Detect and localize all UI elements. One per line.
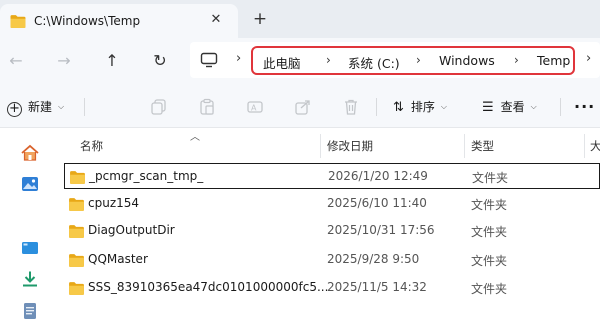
forward-button[interactable]: → <box>52 50 76 72</box>
table-row[interactable]: DiagOutputDir 2025/10/31 17:56 文件夹 <box>64 218 600 244</box>
chevron-right-icon[interactable]: › <box>326 53 331 67</box>
folder-icon <box>68 253 85 268</box>
file-date: 2025/11/5 14:32 <box>327 280 427 294</box>
table-row[interactable]: SSS_83910365ea47dc0101000000fc5... 2025/… <box>64 275 600 301</box>
file-name: QQMaster <box>88 252 148 266</box>
chevron-right-icon[interactable]: › <box>236 51 241 66</box>
chevron-down-icon: ⌵ <box>58 102 65 111</box>
command-bar: + 新建 ⌵ A ⇅ 排序 ⌵ ☰ 查看 ⌵ ··· <box>0 84 600 200</box>
delete-icon[interactable] <box>342 98 360 116</box>
folder-icon <box>68 224 85 239</box>
column-header-name[interactable]: 名称 <box>80 138 103 154</box>
file-type: 文件夹 <box>471 198 508 212</box>
paste-icon[interactable] <box>198 98 216 116</box>
chevron-down-icon: ⌵ <box>440 102 447 111</box>
rename-icon[interactable]: A <box>246 98 264 116</box>
file-date: 2026/1/20 12:49 <box>328 169 428 183</box>
refresh-button[interactable]: ↻ <box>148 50 172 72</box>
table-row[interactable]: cpuz154 2025/6/10 11:40 文件夹 <box>64 191 600 217</box>
up-button[interactable]: ↑ <box>100 50 124 72</box>
folder-icon <box>68 281 85 296</box>
view-label: 查看 <box>500 100 525 114</box>
table-row[interactable]: _pcmgr_scan_tmp_ 2026/1/20 12:49 文件夹 <box>64 163 600 189</box>
table-row[interactable]: QQMaster 2025/9/28 9:50 文件夹 <box>64 247 600 273</box>
file-name: cpuz154 <box>88 196 140 210</box>
new-label: 新建 <box>28 100 53 114</box>
file-name: _pcmgr_scan_tmp_ <box>89 169 204 183</box>
chevron-down-icon: ⌵ <box>530 102 537 111</box>
tab-title: C:\Windows\Temp <box>34 14 141 28</box>
folder-icon <box>9 14 27 29</box>
folder-icon <box>68 197 85 212</box>
column-header-type[interactable]: 类型 <box>471 138 494 154</box>
breadcrumb-windows[interactable]: Windows <box>439 53 495 68</box>
copy-icon[interactable] <box>150 98 168 116</box>
new-button[interactable]: + 新建 ⌵ <box>7 97 64 117</box>
file-date: 2025/10/31 17:56 <box>327 223 435 237</box>
view-list-icon: ☰ <box>482 100 494 115</box>
folder-icon <box>69 170 86 185</box>
list-header: 名称 修改日期 类型 大 <box>60 134 600 158</box>
back-button[interactable]: ← <box>4 50 28 72</box>
tab-temp[interactable]: C:\Windows\Temp ✕ <box>0 4 238 38</box>
file-type: 文件夹 <box>472 171 509 185</box>
navigation-bar: ← → ↑ ↻ › 此电脑 › 系统 (C:) › Windows › Temp… <box>0 38 600 84</box>
file-name: DiagOutputDir <box>88 223 175 237</box>
chevron-right-icon[interactable]: › <box>514 53 519 67</box>
chevron-right-icon[interactable]: › <box>416 53 421 67</box>
sort-label: 排序 <box>410 100 435 114</box>
file-date: 2025/6/10 11:40 <box>327 196 427 210</box>
toolbar-divider <box>84 98 85 116</box>
navigation-pane <box>0 128 60 325</box>
home-icon[interactable] <box>20 144 40 162</box>
computer-icon[interactable] <box>200 52 218 68</box>
title-bar: C:\Windows\Temp ✕ + <box>0 0 600 38</box>
file-date: 2025/9/28 9:50 <box>327 252 420 266</box>
close-tab-button[interactable]: ✕ <box>206 10 226 30</box>
breadcrumb-this-pc[interactable]: 此电脑 <box>263 53 301 72</box>
sort-button[interactable]: ⇅ 排序 ⌵ <box>393 97 447 117</box>
plus-icon: + <box>7 102 22 117</box>
address-bar[interactable]: › 此电脑 › 系统 (C:) › Windows › Temp › <box>190 42 600 78</box>
view-button[interactable]: ☰ 查看 ⌵ <box>482 97 537 117</box>
breadcrumb: 此电脑 › 系统 (C:) › Windows › Temp <box>251 46 575 75</box>
more-options-button[interactable]: ··· <box>574 97 595 117</box>
file-type: 文件夹 <box>471 225 508 239</box>
sort-icon: ⇅ <box>393 100 404 115</box>
column-header-size[interactable]: 大 <box>590 138 600 154</box>
column-header-date[interactable]: 修改日期 <box>327 138 373 154</box>
file-type: 文件夹 <box>471 282 508 296</box>
chevron-right-icon[interactable]: › <box>586 51 591 66</box>
breadcrumb-temp[interactable]: Temp <box>537 53 570 68</box>
documents-icon[interactable] <box>20 301 40 321</box>
column-divider[interactable] <box>584 134 585 158</box>
desktop-icon[interactable] <box>20 239 40 257</box>
breadcrumb-system-c[interactable]: 系统 (C:) <box>348 53 400 72</box>
column-divider[interactable] <box>320 134 321 158</box>
file-type: 文件夹 <box>471 254 508 268</box>
toolbar-divider <box>560 98 561 116</box>
column-divider[interactable] <box>464 134 465 158</box>
downloads-icon[interactable] <box>20 270 40 288</box>
share-icon[interactable] <box>294 98 312 116</box>
svg-text:A: A <box>251 104 257 113</box>
file-list: ︿ 名称 修改日期 类型 大 _pcmgr_scan_tmp_ 2026/1/2… <box>60 128 600 325</box>
new-tab-button[interactable]: + <box>250 9 270 29</box>
gallery-icon[interactable] <box>20 175 40 193</box>
file-name: SSS_83910365ea47dc0101000000fc5... <box>88 280 329 294</box>
toolbar-divider <box>376 98 377 116</box>
